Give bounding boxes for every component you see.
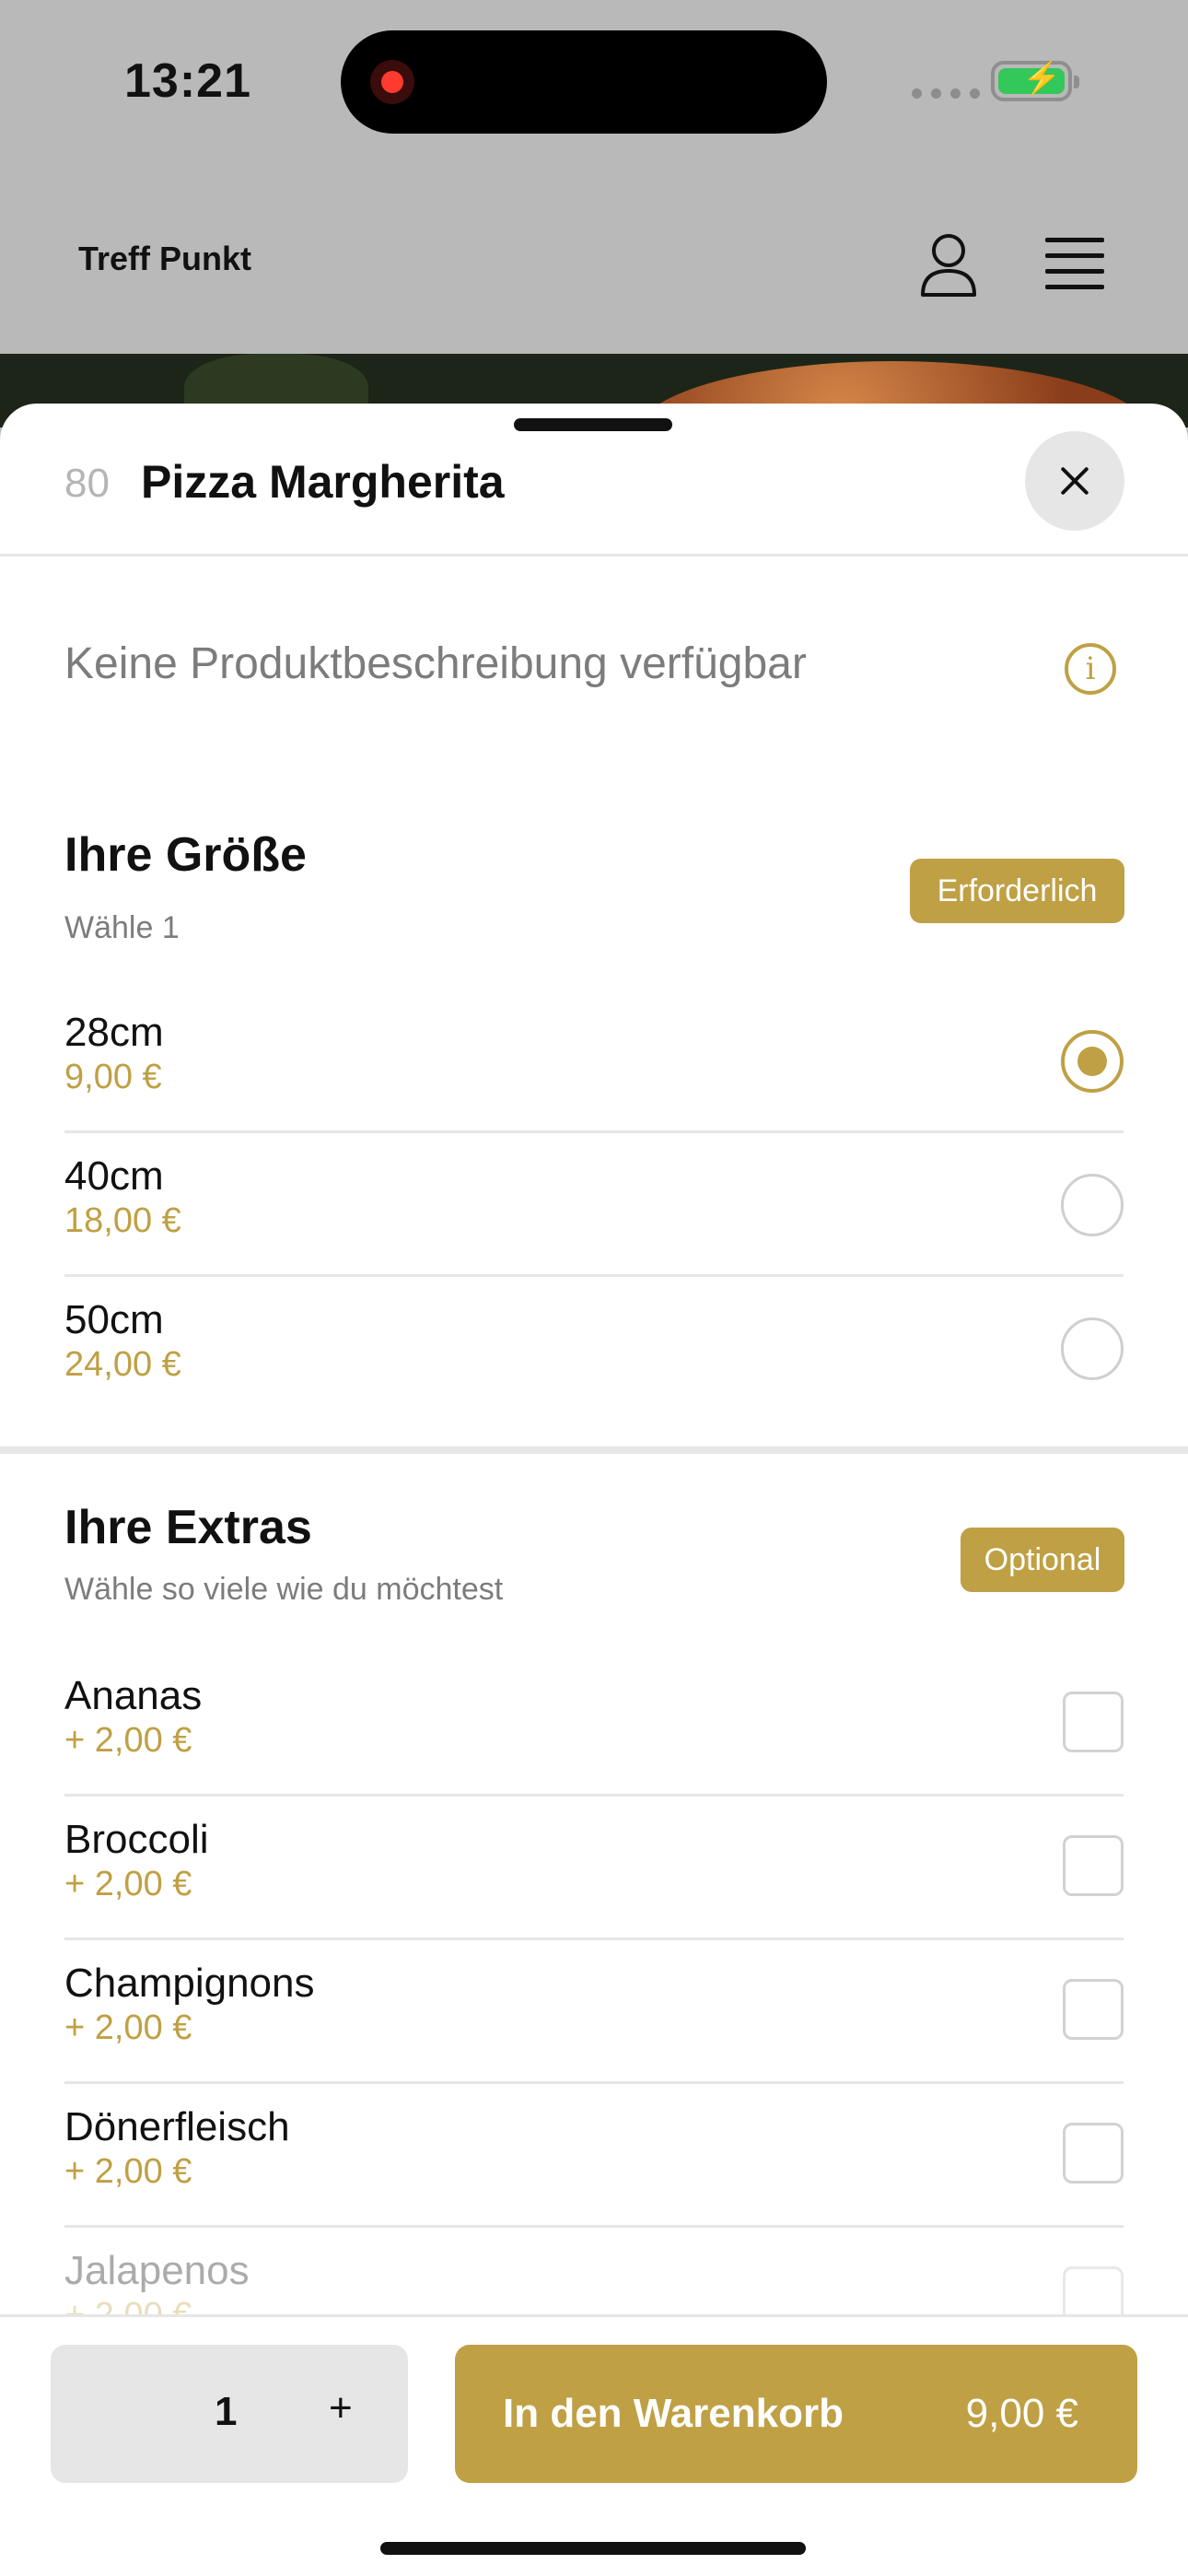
status-time: 13:21 [124, 54, 251, 108]
option-name: 28cm [64, 1010, 164, 1055]
radio-unselected[interactable] [1061, 1174, 1124, 1236]
info-icon[interactable]: i [1065, 643, 1116, 695]
battery-icon: ⚡ [991, 61, 1079, 101]
radio-selected[interactable] [1061, 1030, 1124, 1093]
option-name: 50cm [64, 1297, 164, 1342]
option-name: Champignons [64, 1961, 315, 2006]
option-price: + 2,00 € [64, 1721, 192, 1760]
option-name: Broccoli [64, 1817, 209, 1862]
add-to-cart-label: In den Warenkorb [503, 2391, 844, 2436]
size-option-28cm[interactable]: 28cm 9,00 € [64, 989, 1124, 1133]
option-name: Dönerfleisch [64, 2104, 290, 2149]
product-description: Keine Produktbeschreibung verfügbar [64, 639, 807, 688]
option-price: 9,00 € [64, 1058, 162, 1096]
quantity-stepper[interactable]: 1 + [51, 2345, 408, 2483]
extra-option-doenerfleisch[interactable]: Dönerfleisch + 2,00 € [64, 2084, 1124, 2228]
optional-badge: Optional [961, 1528, 1124, 1592]
cart-total: 9,00 € [965, 2391, 1078, 2436]
cart-bar: 1 + In den Warenkorb 9,00 € [0, 2314, 1188, 2576]
size-section-subtitle: Wähle 1 [64, 910, 180, 945]
option-price: 24,00 € [64, 1345, 181, 1384]
quantity-value: 1 [215, 2389, 238, 2434]
product-sheet: 80 Pizza Margherita Keine Produktbeschre… [0, 404, 1188, 2576]
size-section-title: Ihre Größe [64, 828, 307, 882]
option-price: + 2,00 € [64, 2152, 192, 2191]
app-header: Treff Punkt [0, 193, 1188, 350]
size-option-40cm[interactable]: 40cm 18,00 € [64, 1133, 1124, 1277]
checkbox[interactable] [1063, 1979, 1124, 2040]
extras-section-subtitle: Wähle so viele wie du möchtest [64, 1572, 504, 1607]
product-title: Pizza Margherita [141, 456, 505, 508]
radio-unselected[interactable] [1061, 1317, 1124, 1380]
extra-option-ananas[interactable]: Ananas + 2,00 € [64, 1653, 1124, 1797]
size-option-50cm[interactable]: 50cm 24,00 € [64, 1277, 1124, 1421]
sheet-header: 80 Pizza Margherita [0, 404, 1188, 556]
option-price: + 2,00 € [64, 1865, 192, 1903]
cellular-signal-icon [912, 88, 980, 99]
extra-option-champignons[interactable]: Champignons + 2,00 € [64, 1940, 1124, 2084]
option-name: 40cm [64, 1153, 164, 1199]
increment-button[interactable]: + [329, 2385, 353, 2431]
brand-name[interactable]: Treff Punkt [78, 240, 251, 278]
extra-option-broccoli[interactable]: Broccoli + 2,00 € [64, 1797, 1124, 1940]
dynamic-island [341, 30, 827, 134]
add-to-cart-button[interactable]: In den Warenkorb 9,00 € [455, 2345, 1137, 2483]
section-divider [0, 1446, 1188, 1454]
sheet-grabber[interactable] [514, 418, 672, 431]
recording-indicator-icon [370, 60, 414, 104]
menu-icon[interactable] [1045, 238, 1104, 291]
home-indicator[interactable] [380, 2542, 806, 2555]
user-icon[interactable] [917, 230, 980, 300]
checkbox[interactable] [1063, 1692, 1124, 1752]
extras-section-title: Ihre Extras [64, 1501, 312, 1554]
option-name: Jalapenos [64, 2248, 250, 2293]
product-number: 80 [64, 461, 110, 506]
checkbox[interactable] [1063, 2123, 1124, 2184]
required-badge: Erforderlich [910, 859, 1124, 923]
close-button[interactable] [1025, 431, 1124, 531]
checkbox[interactable] [1063, 1835, 1124, 1896]
option-price: + 2,00 € [64, 2008, 192, 2047]
option-price: 18,00 € [64, 1201, 181, 1240]
option-name: Ananas [64, 1673, 203, 1718]
